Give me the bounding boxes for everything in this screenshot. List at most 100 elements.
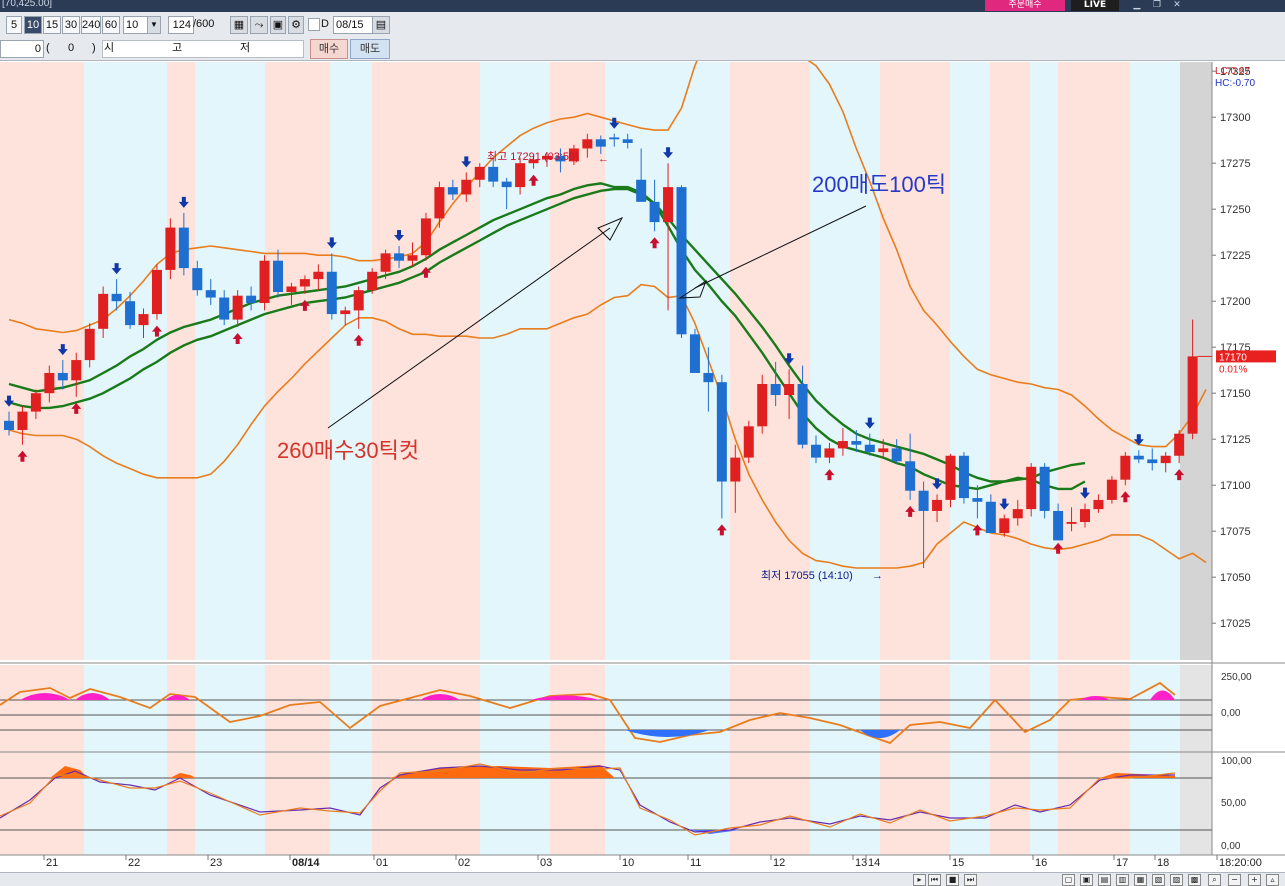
scroll-right-icon[interactable]: ▸ [913,874,926,886]
candle-body [205,290,216,298]
interval-15-button[interactable]: 15 [43,16,61,34]
candle-body [811,444,821,458]
candle-body [71,360,82,381]
calendar-icon[interactable]: ▤ [372,16,390,34]
high-arrow-icon: ← [598,153,609,165]
y-tick-label: 17100 [1220,480,1251,492]
session-band [1030,752,1058,855]
candle-body [111,293,122,302]
layout5-icon[interactable]: ▦ [1134,874,1147,886]
candle-body [474,166,485,180]
candle-body [1053,510,1064,541]
session-band [84,665,167,752]
daily-checkbox[interactable] [308,18,320,31]
x-axis: 21 22 23 08/14 01 02 03 10 11 12 13 14 15 16 17 18 18:20… [43,855,1262,869]
x-tick-label: 15 [952,857,964,869]
session-band [990,752,1030,855]
minimize-icon[interactable]: ▁ [1130,0,1144,11]
session-band [990,665,1030,752]
stop-icon[interactable]: ■ [946,874,959,886]
candle-body [17,411,28,430]
live-button[interactable]: LIVE [1071,0,1119,11]
session-band [810,665,880,752]
session-band [265,62,330,660]
interval-5-button[interactable]: 5 [6,16,22,34]
layout3-icon[interactable]: ▤ [1098,874,1111,886]
low-arrow-icon: → [872,570,883,582]
layout8-icon[interactable]: ▩ [1188,874,1201,886]
interval-60-button[interactable]: 60 [102,16,120,34]
order-buy-button[interactable]: 주문매수 [985,0,1065,11]
session-band [730,752,810,855]
candle-body [716,382,727,482]
candle-body [192,268,203,291]
candle-body [757,384,768,427]
scroll-last-icon[interactable]: ⏭ [964,874,977,886]
interval-10-button[interactable]: 10 [24,16,42,34]
session-band [1130,62,1180,660]
close-icon[interactable]: ✕ [1170,0,1184,11]
zoom-icon[interactable]: ⌕ [1208,874,1221,886]
session-band [880,665,950,752]
zoom-in-icon[interactable]: + [1248,874,1261,886]
candle-body [1039,466,1050,511]
future-area [1180,665,1212,855]
count-input[interactable]: 124 [168,16,194,34]
x-tick-label: 02 [458,857,470,869]
zoom-out-icon[interactable]: − [1228,874,1241,886]
quantity-input[interactable]: 0 [0,40,44,58]
candle-body [1012,509,1023,519]
candle-body [958,455,969,499]
candle-body [824,448,835,458]
y-tick-label: 17125 [1220,434,1251,446]
session-band [265,752,330,855]
interval-30-button[interactable]: 30 [62,16,80,34]
ohl-field [102,40,304,58]
buy-button[interactable]: 매수 [310,39,348,59]
save-icon[interactable]: ▣ [270,16,286,34]
y-tick-label: 17075 [1220,526,1251,538]
interval-toolbar: 5 10 15 30 240 60 10 ▼ 124 /600 ▦ ⤳ ▣ ⚙ … [0,12,1285,37]
x-tick-label: 13 [855,857,867,869]
scroll-first-icon[interactable]: ⏮ [928,874,941,886]
session-band [550,665,605,752]
session-band [880,62,950,660]
candle-body [232,295,243,320]
candle-body [932,499,943,511]
sell-button[interactable]: 매도 [350,39,390,59]
x-tick-label: 03 [540,857,552,869]
session-band [195,752,265,855]
session-band [167,752,195,855]
candle-body [515,163,526,188]
candle-body [730,457,741,482]
candle-body [259,260,270,304]
session-band [372,62,480,660]
layout6-icon[interactable]: ▧ [1152,874,1165,886]
session-band [167,62,195,660]
session-band [605,752,730,855]
candle-body [582,139,593,149]
interval-240-button[interactable]: 240 [81,16,101,34]
candle-body [138,314,149,326]
date-input[interactable]: 08/15 [333,16,373,34]
indicator-icon[interactable]: ⤳ [250,16,268,34]
count-total: /600 [193,18,215,30]
restore-icon[interactable]: ❐ [1150,0,1164,11]
layout-icon[interactable]: ▢ [1062,874,1075,886]
dropdown-chevron-icon[interactable]: ▼ [147,16,161,34]
layout2-icon[interactable]: ▣ [1080,874,1093,886]
gear-icon[interactable]: ⚙ [288,16,304,34]
grid-settings-icon[interactable]: ▦ [230,16,248,34]
candle-body [286,286,297,292]
interval-select[interactable]: 10 [123,16,149,34]
layout7-icon[interactable]: ▨ [1170,874,1183,886]
zoom-reset-icon[interactable]: ▵ [1266,874,1279,886]
y-tick-label: 17225 [1220,250,1251,262]
layout4-icon[interactable]: ▥ [1116,874,1129,886]
sell-note-label: 200매도100틱 [812,172,946,197]
session-band [950,752,990,855]
candle-body [945,455,956,500]
daily-checkbox-label: D [321,18,329,30]
lc-label: LC:0.67 [1215,66,1250,77]
candle-body [595,139,606,147]
